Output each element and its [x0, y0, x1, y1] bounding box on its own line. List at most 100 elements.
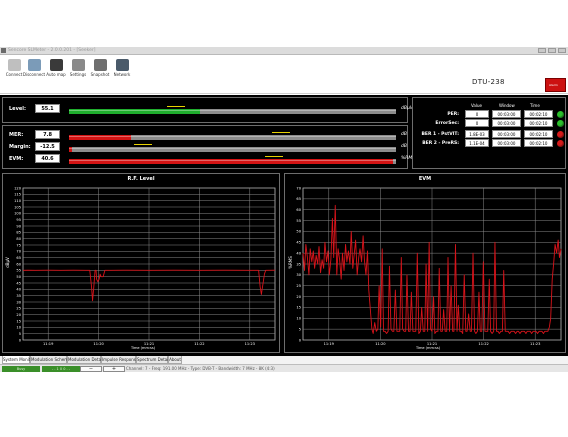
- monitor-area: Level: 55.1 dBμV MER: 7.8 dB Margin: -12…: [0, 95, 568, 369]
- meter-label: Level:: [9, 106, 26, 112]
- meter-highlight: [69, 110, 396, 111]
- row-time: 00:02:10: [524, 130, 553, 138]
- y-tick-label: 75: [16, 243, 21, 247]
- tab-modulation-detail[interactable]: Modulation Detail: [67, 356, 103, 364]
- status-led-error: [557, 140, 564, 147]
- connect-label: Connect: [5, 72, 23, 77]
- x-tick-label: 11:23: [245, 342, 255, 346]
- y-tick-label: 55: [296, 219, 301, 223]
- x-tick-label: 11:20: [93, 342, 104, 346]
- y-tick-label: 20: [16, 313, 21, 317]
- meter-threshold-marker: [271, 132, 290, 133]
- y-tick-label: 15: [296, 306, 301, 310]
- row-value: 1.1E-04: [465, 139, 489, 147]
- y-tick-label: 25: [16, 307, 21, 311]
- meter-value: 40.6: [35, 154, 60, 163]
- y-tick-label: 105: [14, 205, 21, 209]
- row-window: 00:03:00: [492, 130, 521, 138]
- x-axis-label: Time (mm:ss): [131, 346, 156, 350]
- y-tick-label: 90: [16, 224, 21, 228]
- meter-value: -12.5: [35, 142, 60, 151]
- y-tick-label: 95: [16, 218, 21, 222]
- meter-threshold-marker: [167, 106, 186, 107]
- disconnect-button[interactable]: Disconnect: [22, 57, 46, 91]
- x-tick-label: 11:19: [43, 342, 54, 346]
- y-tick-label: 65: [296, 197, 301, 201]
- row-label: BER 1 - PstVIT:: [421, 132, 460, 137]
- y-tick-label: 20: [296, 295, 301, 299]
- row-value: 1.8E-03: [465, 130, 489, 138]
- row-window: 00:03:00: [492, 119, 521, 127]
- error-stats-panel: Value Window Time PER: 0 00:03:00 00:02:…: [412, 97, 566, 169]
- quality-meter-panel: MER: 7.8 dB Margin: -12.5 dB EVM: 40.6 %…: [2, 125, 415, 169]
- y-tick-label: 70: [16, 250, 21, 254]
- row-time: 00:02:10: [524, 139, 553, 147]
- y-tick-label: 0: [299, 338, 302, 342]
- row-time: 00:02:10: [524, 119, 553, 127]
- evm-chart-panel: EVM %RMS 0 5 10 15 20 25 30 35 40 45 50 55 60 65 70 11:…: [284, 173, 566, 353]
- settings-button[interactable]: Settings: [66, 57, 90, 91]
- meter-threshold-marker: [265, 156, 284, 157]
- snapshot-button[interactable]: Snapshot: [88, 57, 112, 91]
- increase-button[interactable]: +: [103, 366, 125, 372]
- meter-highlight: [69, 160, 396, 161]
- device-name: DTU-238: [472, 78, 505, 86]
- y-tick-label: 85: [16, 231, 21, 235]
- maximize-button[interactable]: [548, 48, 556, 53]
- tab-about[interactable]: About: [168, 356, 182, 364]
- auto-map-button[interactable]: Auto map: [44, 57, 68, 91]
- binoculars-icon: [49, 59, 63, 71]
- x-tick-label: 11:20: [375, 342, 386, 346]
- window-title: Sencore SLMeter - 2.0.0.201 - [Seeker]: [8, 48, 96, 53]
- evm-chart: 0 5 10 15 20 25 30 35 40 45 50 55 60 65 70 11:19 11:20 11…: [296, 186, 562, 346]
- row-label: PER:: [447, 112, 459, 117]
- meter-bar: [69, 106, 396, 114]
- row-value: 0: [465, 119, 489, 127]
- meter-unit: dB: [401, 132, 407, 137]
- y-tick-label: 35: [296, 262, 301, 266]
- meter-threshold-marker: [134, 144, 153, 145]
- y-tick-label: 15: [16, 319, 21, 323]
- y-tick-label: 60: [296, 208, 301, 212]
- y-tick-label: 30: [296, 273, 301, 277]
- x-tick-label: 11:19: [324, 342, 335, 346]
- close-button[interactable]: [558, 48, 566, 53]
- y-tick-label: 30: [16, 300, 21, 304]
- y-tick-label: 10: [296, 317, 301, 321]
- meter-value: 7.8: [35, 130, 60, 139]
- minimize-button[interactable]: [538, 48, 546, 53]
- tab-system-monitor[interactable]: System Monitor: [2, 356, 34, 364]
- row-window: 00:03:00: [492, 139, 521, 147]
- status-bar: Busy - . 1 0 0 . - − + Channel: 7 - Freq…: [0, 364, 568, 372]
- meter-mer: MER: 7.8 dB: [9, 130, 409, 140]
- row-time: 00:02:10: [524, 110, 553, 118]
- auto-map-label: Auto map: [46, 72, 66, 77]
- y-tick-label: 5: [299, 327, 301, 331]
- tab-spectrum-detail[interactable]: Spectrum Detail: [136, 356, 169, 364]
- alarm-button[interactable]: Alarm: [545, 78, 566, 92]
- decrease-button[interactable]: −: [80, 366, 102, 372]
- meter-bar: [69, 156, 396, 164]
- meter-highlight: [69, 148, 396, 149]
- network-button[interactable]: Network: [110, 57, 134, 91]
- meter-label: Margin:: [9, 144, 31, 150]
- y-tick-label: 50: [16, 275, 21, 279]
- meter-value: 55.1: [35, 104, 60, 113]
- tab-impulse-response[interactable]: Impulse Response: [101, 356, 138, 364]
- window-title-bar: Sencore SLMeter - 2.0.0.201 - [Seeker]: [0, 47, 568, 55]
- tab-modulation-scheme[interactable]: Modulation Scheme: [30, 356, 71, 364]
- column-header-time: Time: [530, 103, 540, 108]
- y-tick-label: 25: [296, 284, 301, 288]
- meter-bar: [69, 144, 396, 152]
- rf-level-chart-panel: R.F. Level dBμV 0 5 10 15 20 25 30 35 40 45 50 55 60…: [2, 173, 280, 353]
- gear-icon: [71, 59, 85, 71]
- plug-icon: [7, 59, 21, 71]
- meter-highlight: [69, 136, 396, 137]
- row-window: 00:03:00: [492, 110, 521, 118]
- error-row-ber2: BER 2 - PreRS: 1.1E-04 00:03:00 00:02:10: [413, 139, 565, 148]
- meter-margin: Margin: -12.5 dB: [9, 142, 409, 152]
- column-header-value: Value: [471, 103, 482, 108]
- status-led-ok: [557, 120, 564, 127]
- y-tick-label: 65: [16, 256, 21, 260]
- y-tick-label: 100: [14, 212, 22, 216]
